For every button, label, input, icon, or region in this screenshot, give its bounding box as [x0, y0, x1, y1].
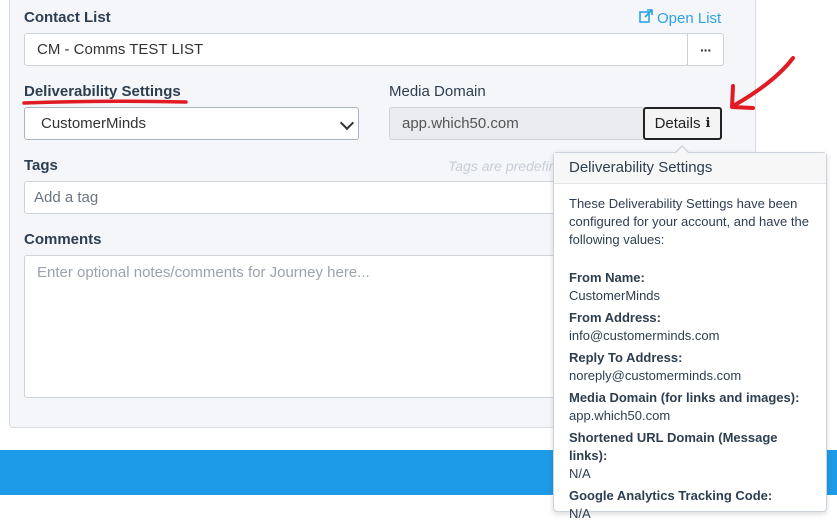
details-label: Details [654, 115, 701, 132]
red-underline-annotation [22, 99, 188, 105]
media-domain-input: app.which50.com [389, 107, 643, 140]
popover-field: From Address: info@customerminds.com [569, 309, 816, 345]
open-list-link[interactable]: Open List [639, 9, 721, 27]
contact-list-value: CM - Comms TEST LIST [37, 41, 204, 58]
tags-placeholder: Add a tag [34, 189, 99, 206]
field-value: N/A [569, 466, 591, 481]
details-button[interactable]: Details i [643, 107, 722, 140]
deliverability-settings-select[interactable]: CustomerMinds [24, 107, 359, 140]
chevron-down-icon [339, 115, 355, 131]
tags-input[interactable]: Add a tag [24, 181, 564, 214]
contact-list-input[interactable]: CM - Comms TEST LIST [24, 33, 688, 66]
media-domain-value: app.which50.com [402, 115, 519, 132]
comments-label: Comments [24, 231, 102, 248]
field-value: N/A [569, 506, 591, 521]
popover-body: These Deliverability Settings have been … [554, 184, 826, 523]
tags-label: Tags [24, 157, 58, 174]
contact-list-label: Contact List [24, 9, 111, 26]
popover-field: Reply To Address: noreply@customerminds.… [569, 349, 816, 385]
comments-textarea[interactable]: Enter optional notes/comments for Journe… [24, 255, 564, 398]
popover-field: Google Analytics Tracking Code: N/A [569, 487, 816, 523]
popover-field: From Name: CustomerMinds [569, 269, 816, 305]
field-value: info@customerminds.com [569, 328, 720, 343]
field-key: From Address: [569, 310, 661, 325]
field-value: app.which50.com [569, 408, 671, 423]
popover-title: Deliverability Settings [554, 153, 826, 184]
open-list-label: Open List [657, 9, 722, 27]
external-link-icon [639, 9, 653, 27]
red-arrow-annotation [730, 56, 795, 110]
media-domain-label: Media Domain [389, 83, 486, 100]
field-key: Shortened URL Domain (Message links): [569, 430, 778, 463]
field-key: Media Domain (for links and images): [569, 390, 800, 405]
popover-intro: These Deliverability Settings have been … [569, 196, 809, 247]
comments-placeholder: Enter optional notes/comments for Journe… [37, 264, 370, 281]
deliverability-popover: Deliverability Settings These Deliverabi… [553, 152, 827, 521]
field-value: CustomerMinds [569, 288, 661, 303]
field-value: noreply@customerminds.com [569, 368, 742, 383]
popover-field: Media Domain (for links and images): app… [569, 389, 816, 425]
popover-caret-inner [675, 147, 689, 154]
info-icon: i [705, 116, 711, 131]
field-key: Reply To Address: [569, 350, 683, 365]
field-key: From Name: [569, 270, 645, 285]
deliverability-selected-value: CustomerMinds [41, 115, 147, 132]
contact-list-more-button[interactable]: ··· [687, 33, 724, 66]
popover-field: Shortened URL Domain (Message links): N/… [569, 429, 816, 483]
field-key: Google Analytics Tracking Code: [569, 488, 773, 503]
